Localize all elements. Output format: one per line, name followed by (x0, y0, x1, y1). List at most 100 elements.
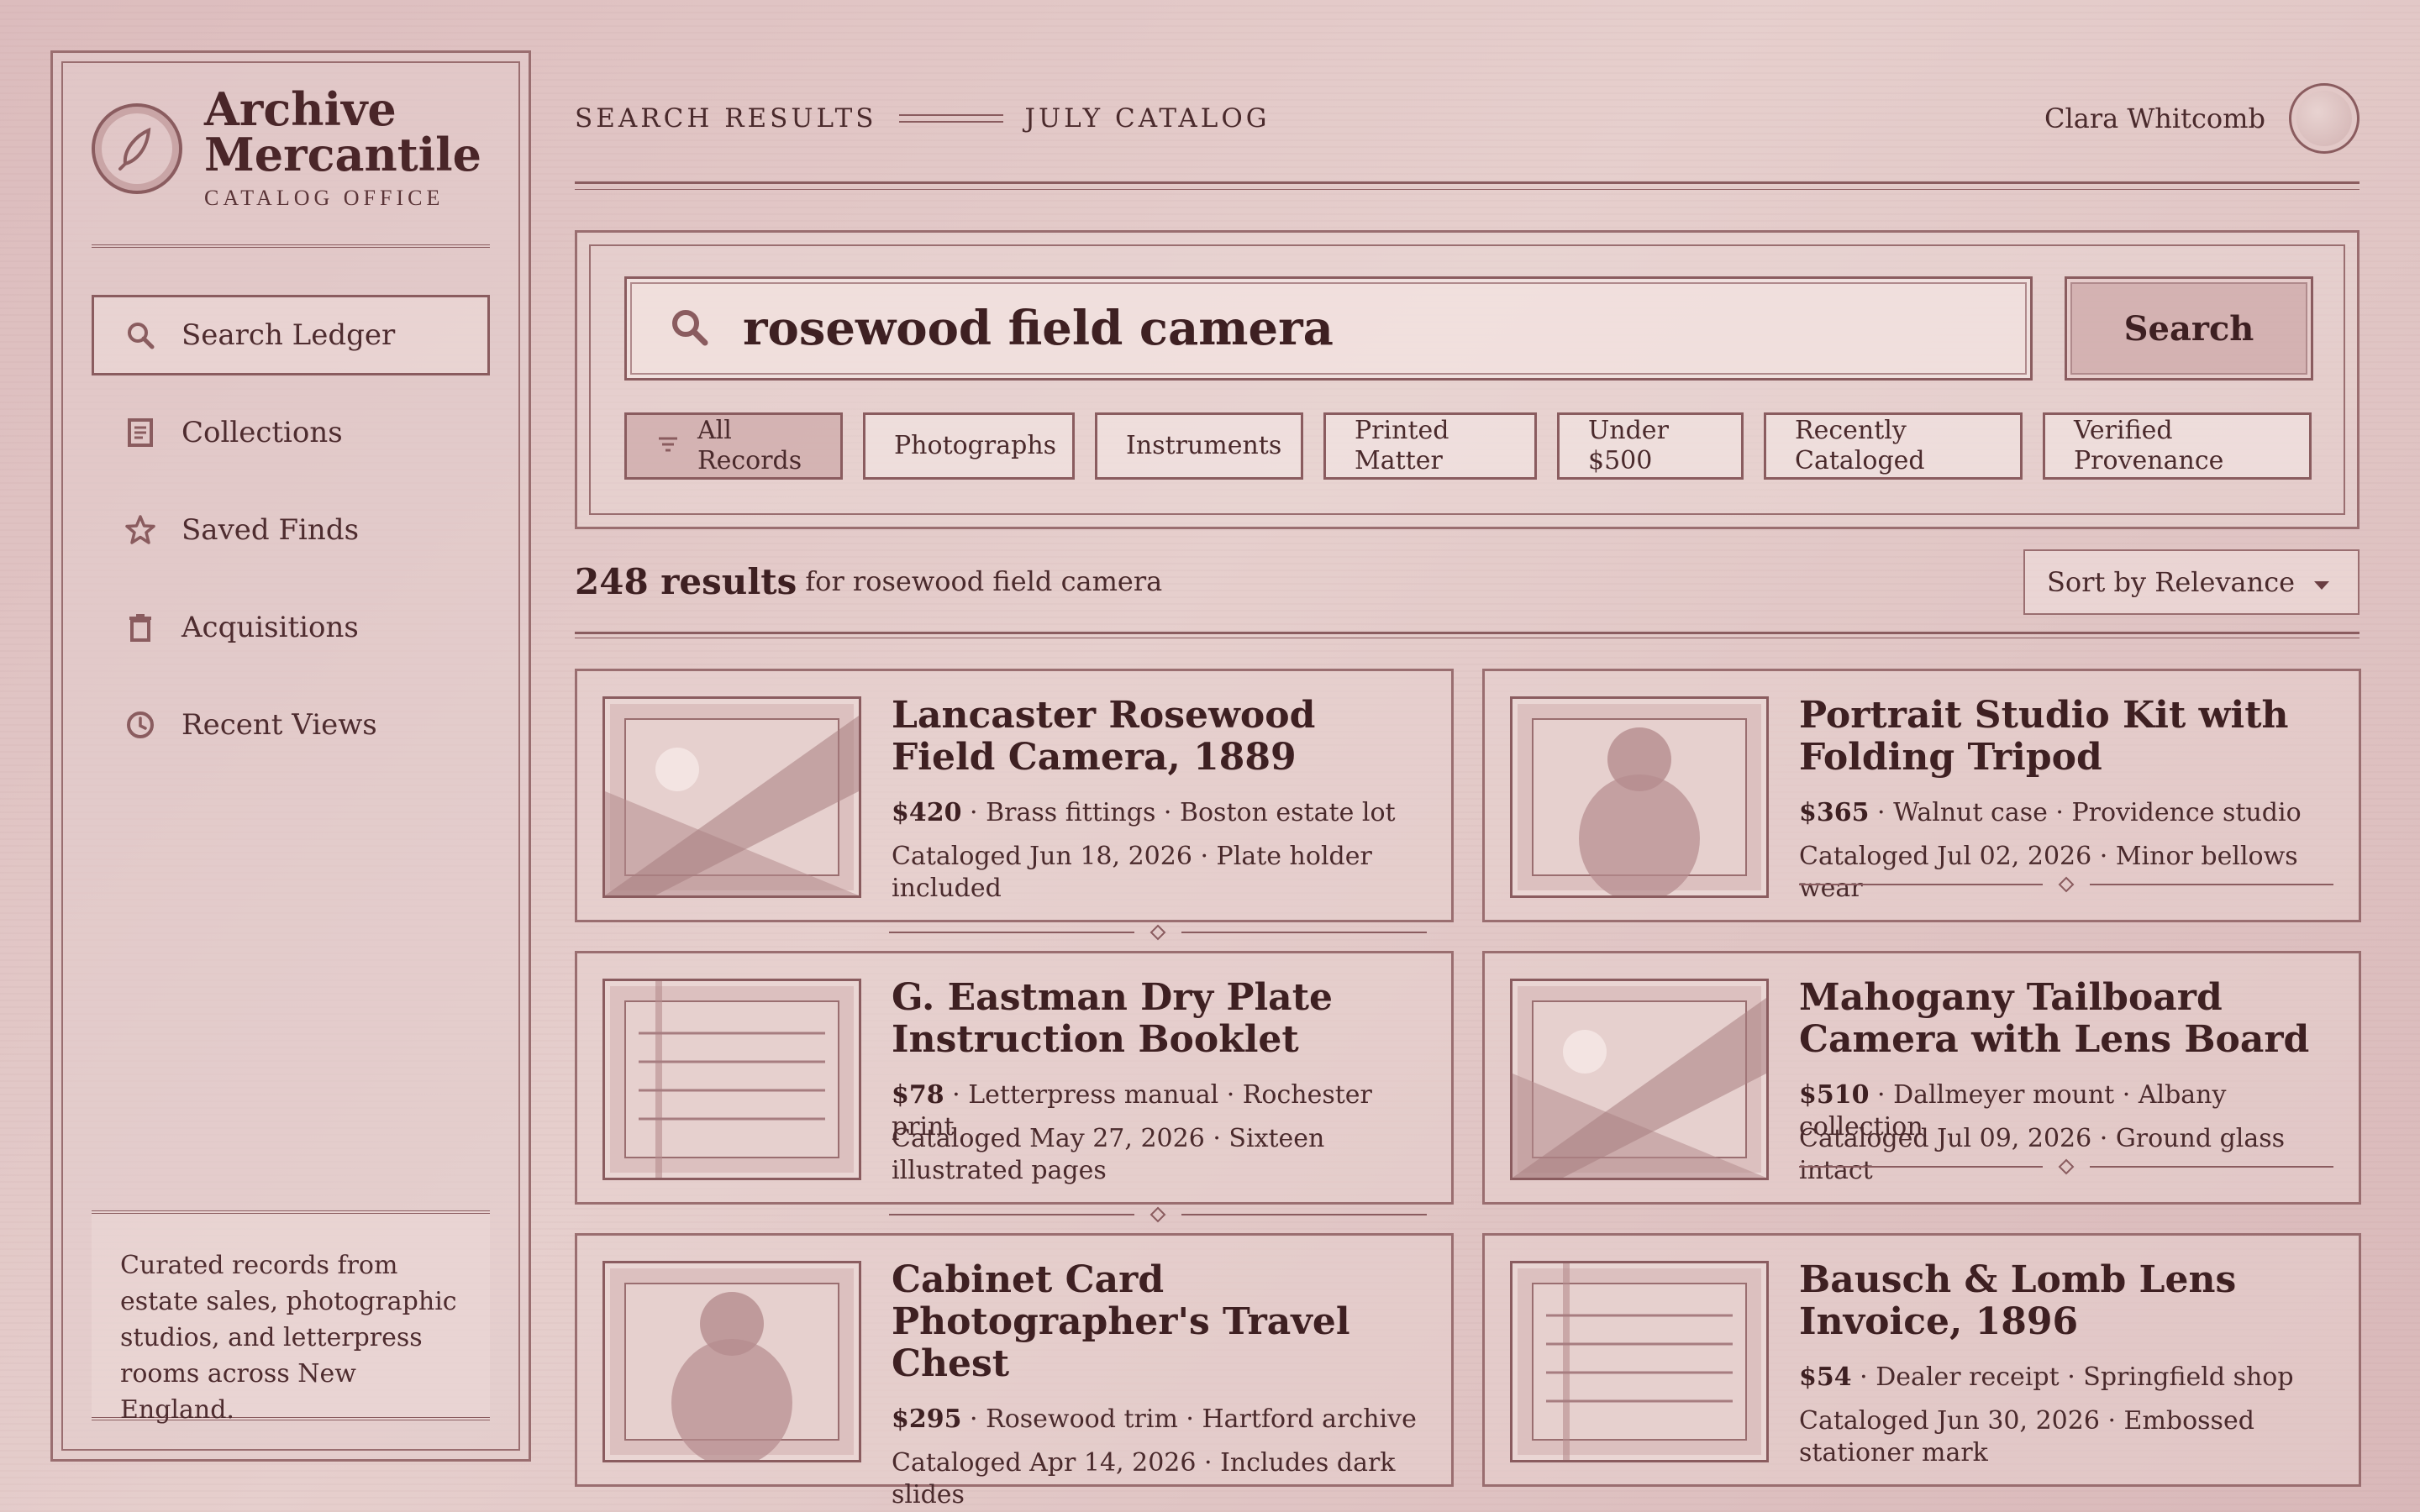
search-box[interactable] (624, 276, 2033, 381)
brand-title-line2: Mercantile (204, 128, 482, 181)
search-icon (669, 307, 709, 350)
filter-label: All Records (697, 416, 802, 475)
card-meta: $295 · Rosewood trim · Hartford archive (892, 1404, 1417, 1434)
trash-can-icon (124, 612, 156, 643)
card-title[interactable]: Portrait Studio Kit with Folding Tripod (1799, 695, 2337, 779)
results-divider (575, 632, 2360, 638)
result-card[interactable]: Cabinet Card Photographer's Travel Chest… (575, 1233, 1454, 1509)
card-meta: $420 · Brass fittings · Boston estate lo… (892, 798, 1396, 827)
card-title[interactable]: Bausch & Lomb Lens Invoice, 1896 (1799, 1259, 2337, 1343)
result-card[interactable]: Portrait Studio Kit with Folding Tripod … (1482, 669, 2361, 922)
sidebar-item-search-ledger[interactable]: Search Ledger (92, 295, 490, 375)
result-card[interactable]: Lancaster Rosewood Field Camera, 1889 $4… (575, 669, 1454, 922)
sidebar-item-label: Search Ledger (182, 318, 396, 352)
breadcrumb-separator (898, 114, 1003, 123)
card-note: Cataloged Jun 30, 2026 · Embossed statio… (1799, 1406, 2254, 1467)
card-title[interactable]: G. Eastman Dry Plate Instruction Booklet (892, 977, 1429, 1061)
card-title[interactable]: Mahogany Tailboard Camera with Lens Boar… (1799, 977, 2337, 1061)
results-count: 248 results (575, 560, 797, 602)
sidebar-item-saved-finds[interactable]: Saved Finds (92, 490, 490, 570)
card-note: Cataloged Apr 14, 2026 · Includes dark s… (892, 1448, 1396, 1509)
filter-under-500[interactable]: Under $500 (1557, 412, 1744, 480)
filter-printed-matter[interactable]: Printed Matter (1323, 412, 1537, 480)
brand: Archive Mercantile CATALOG OFFICE (92, 87, 490, 248)
landscape-thumbnail-icon (1510, 979, 1769, 1180)
sidebar-item-acquisitions[interactable]: Acquisitions (92, 587, 490, 668)
breadcrumb-july-catalog[interactable]: JULY CATALOG (1025, 103, 1270, 134)
card-title[interactable]: Cabinet Card Photographer's Travel Chest (892, 1259, 1429, 1385)
portrait-thumbnail-icon (1510, 696, 1769, 898)
user-menu[interactable]: Clara Whitcomb (2044, 81, 2360, 156)
card-note: Cataloged Jun 18, 2026 · Plate holder in… (892, 842, 1372, 903)
filter-all-records[interactable]: All Records (624, 412, 843, 480)
card-price: $78 (892, 1080, 944, 1110)
card-price: $295 (892, 1404, 962, 1434)
card-price: $510 (1799, 1080, 1870, 1110)
filter-label: Instruments (1126, 431, 1282, 460)
user-name: Clara Whitcomb (2044, 102, 2265, 134)
chevron-down-icon (2312, 566, 2331, 598)
document-thumbnail-icon (1510, 1261, 1769, 1462)
filter-instruments[interactable]: Instruments (1095, 412, 1303, 480)
filter-label: Verified Provenance (2074, 416, 2224, 475)
filter-label: Printed Matter (1355, 416, 1449, 475)
card-divider (889, 924, 1427, 941)
filter-label: Photographs (894, 431, 1057, 460)
card-divider (889, 1206, 1427, 1223)
card-meta: $365 · Walnut case · Providence studio (1799, 798, 2302, 827)
brand-title-line1: Archive (204, 82, 397, 136)
card-note: Cataloged Jul 09, 2026 · Ground glass in… (1799, 1124, 2286, 1185)
sidebar-footer-note: Curated records from estate sales, photo… (92, 1210, 490, 1425)
result-card[interactable]: Bausch & Lomb Lens Invoice, 1896 $54 · D… (1482, 1233, 2361, 1487)
avatar[interactable] (2289, 83, 2360, 154)
brand-subtitle: CATALOG OFFICE (204, 186, 445, 210)
card-price: $365 (1799, 798, 1870, 827)
star-icon (124, 514, 156, 546)
card-price: $420 (892, 798, 962, 827)
search-button[interactable]: Search (2065, 276, 2313, 381)
card-price: $54 (1799, 1362, 1852, 1392)
filter-label: Under $500 (1588, 416, 1669, 475)
ledger-icon (124, 417, 156, 449)
sidebar-item-label: Acquisitions (182, 611, 359, 644)
card-note: Cataloged Jul 02, 2026 · Minor bellows w… (1799, 842, 2298, 903)
sidebar: Archive Mercantile CATALOG OFFICE Search… (50, 50, 531, 1462)
result-card[interactable]: Mahogany Tailboard Camera with Lens Boar… (1482, 951, 2361, 1205)
main-content: SEARCH RESULTS JULY CATALOG Clara Whitco… (575, 0, 2361, 1512)
filter-recently-cataloged[interactable]: Recently Cataloged (1764, 412, 2023, 480)
results-summary: 248 results for rosewood field camera So… (575, 548, 2360, 615)
filter-chips: All Records Photographs Instruments Print… (624, 412, 2312, 480)
search-panel: Search AllRecords Photographs Instrument… (575, 230, 2360, 529)
search-icon (124, 319, 156, 351)
sidebar-item-label: Recent Views (182, 708, 377, 742)
search-panel-frame: Search AllRecords Photographs Instrument… (589, 244, 2345, 515)
search-input[interactable] (743, 301, 1919, 356)
card-note: Cataloged May 27, 2026 · Sixteen illustr… (892, 1124, 1325, 1185)
quill-logo-icon (92, 103, 182, 194)
sidebar-item-label: Saved Finds (182, 513, 360, 547)
sidebar-nav: Search Ledger Collections Saved Finds Ac… (92, 295, 490, 765)
card-divider (1799, 876, 2333, 893)
portrait-thumbnail-icon (602, 1261, 861, 1462)
landscape-thumbnail-icon (602, 696, 861, 898)
sidebar-item-collections[interactable]: Collections (92, 392, 490, 473)
sidebar-item-label: Collections (182, 416, 343, 449)
filter-icon (657, 431, 679, 461)
filter-photographs[interactable]: Photographs (863, 412, 1075, 480)
clock-icon (124, 709, 156, 741)
result-card[interactable]: G. Eastman Dry Plate Instruction Booklet… (575, 951, 1454, 1205)
sidebar-item-recent-views[interactable]: Recent Views (92, 685, 490, 765)
header-divider (575, 181, 2360, 190)
sidebar-frame: Archive Mercantile CATALOG OFFICE Search… (61, 61, 520, 1451)
filter-label: Recently Cataloged (1795, 416, 1925, 475)
filter-verified-provenance[interactable]: Verified Provenance (2043, 412, 2312, 480)
sort-label: Sort by Relevance (2047, 566, 2296, 598)
sort-dropdown[interactable]: Sort by Relevance (2023, 549, 2360, 615)
card-divider (1799, 1158, 2333, 1175)
results-query: for rosewood field camera (805, 565, 1163, 597)
breadcrumb-search-results[interactable]: SEARCH RESULTS (575, 103, 877, 134)
card-title[interactable]: Lancaster Rosewood Field Camera, 1889 (892, 695, 1429, 779)
card-meta: $54 · Dealer receipt · Springfield shop (1799, 1362, 2294, 1392)
header: SEARCH RESULTS JULY CATALOG Clara Whitco… (575, 81, 2360, 156)
document-thumbnail-icon (602, 979, 861, 1180)
